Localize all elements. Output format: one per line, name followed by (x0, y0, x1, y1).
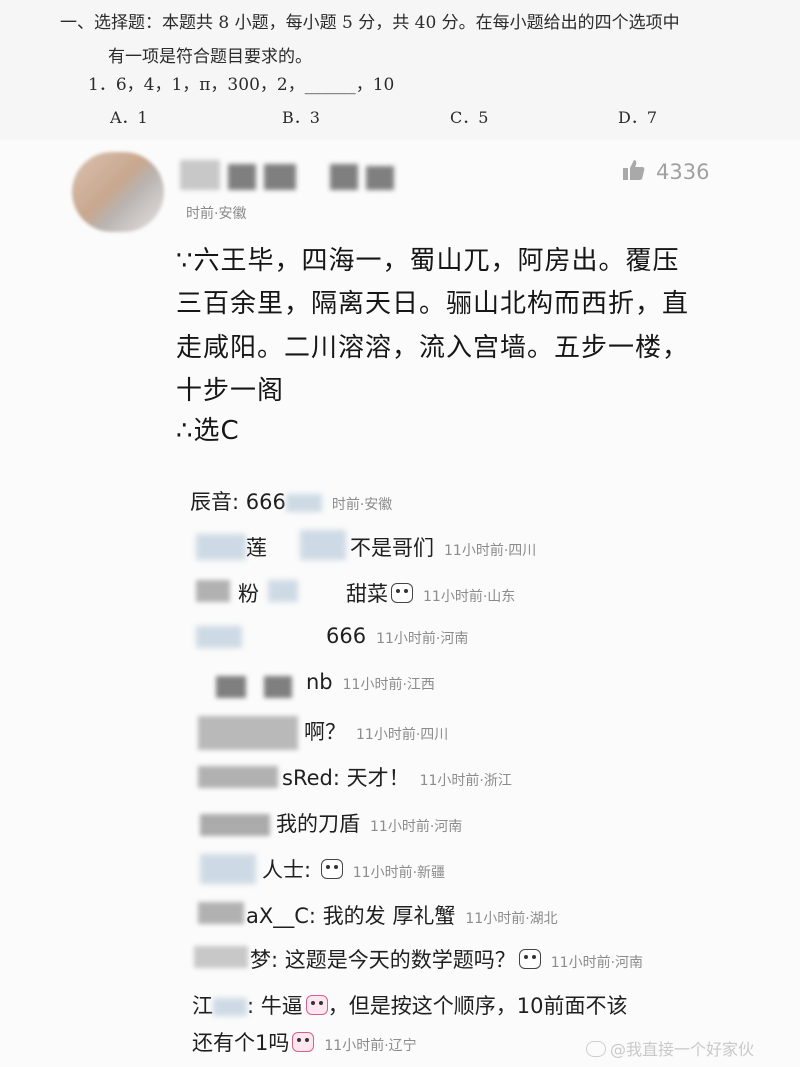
comment-line: 十步一阁 (176, 376, 285, 406)
reply-meta: 11小时前·四川 (444, 543, 537, 559)
username-blurred (180, 160, 220, 190)
emoji-icon (391, 583, 413, 603)
reply-username: 江 (192, 994, 213, 1018)
username-blurred (198, 766, 278, 788)
reply-text: 啊？ (304, 720, 346, 744)
weibo-watermark: @我直接一个好家伙 (586, 1036, 754, 1060)
reply-text-continued: ，但是按这个顺序，10前面不该 (327, 994, 628, 1018)
reply-item[interactable]: 甜菜 11小时前·山东 (346, 578, 515, 608)
reply-meta: 11小时前·河南 (550, 955, 644, 971)
reply-meta: 11小时前·四川 (356, 727, 449, 743)
username-blurred (366, 166, 394, 190)
thumbs-up-icon[interactable] (622, 158, 646, 182)
username-blurred (194, 946, 248, 968)
reply-item[interactable]: 人士: 11小时前·新疆 (262, 854, 445, 884)
reply-username: 莲 (246, 536, 267, 560)
reply-item[interactable]: 粉 (238, 578, 259, 608)
username-blurred (213, 998, 247, 1016)
username-blurred (300, 530, 346, 560)
reply-meta: 11小时前·湖北 (465, 911, 558, 927)
reply-text: nb (306, 670, 333, 694)
option-d: D．7 (618, 108, 658, 127)
username-blurred (264, 676, 292, 698)
reply-item[interactable]: sRed: 天才！ 11小时前·浙江 (282, 762, 512, 792)
reply-meta: 11小时前·辽宁 (324, 1038, 417, 1054)
reply-username: 粉 (238, 582, 259, 606)
reply-meta: 时前·安徽 (331, 497, 393, 513)
reply-meta: 11小时前·浙江 (419, 773, 512, 789)
reply-meta: 11小时前·河南 (370, 819, 463, 835)
reply-item[interactable]: 啊？ 11小时前·四川 (304, 716, 448, 746)
reply-meta: 11小时前·江西 (342, 677, 435, 693)
reply-username: sRed: (282, 766, 340, 790)
reply-item[interactable]: aX__C: 我的发 厚礼蟹 11小时前·湖北 (246, 900, 558, 930)
option-c: C．5 (450, 108, 489, 127)
comment-line: 三百余里，隔离天日。骊山北构而西折，直 (176, 289, 690, 319)
reply-item[interactable]: 666 11小时前·河南 (326, 624, 468, 648)
username-blurred (196, 626, 242, 648)
reply-text: 我的刀盾 (276, 812, 360, 836)
reply-username: aX__C: (246, 904, 316, 928)
reply-text: 666 (326, 624, 367, 648)
username-blurred (198, 716, 298, 750)
emoji-icon (518, 949, 541, 969)
username-blurred (196, 534, 246, 560)
reply-item[interactable]: 莲 (246, 532, 267, 562)
emoji-icon (292, 1032, 315, 1052)
reply-meta: 11小时前·新疆 (352, 865, 446, 881)
reply-username: 人士: (262, 858, 312, 882)
username-blurred (200, 814, 270, 836)
reply-text: 天才！ (346, 766, 410, 790)
reply-text: 还有个1吗 (192, 1031, 290, 1055)
reply-item[interactable]: 江 : 牛逼 ，但是按这个顺序，10前面不该 (192, 990, 628, 1020)
like-count: 4336 (656, 160, 710, 184)
reply-text: 我的发 厚礼蟹 (322, 904, 456, 928)
username-blurred (196, 580, 230, 602)
emoji-icon (320, 859, 343, 879)
username-blurred (228, 164, 256, 190)
username-blurred (216, 676, 246, 698)
weibo-icon (586, 1041, 606, 1057)
reply-item[interactable]: 不是哥们 11小时前·四川 (350, 532, 536, 562)
reply-username: 辰音: 666 (190, 490, 286, 514)
screenshot-page: 一、选择题：本题共 8 小题，每小题 5 分，共 40 分。在每小题给出的四个选… (0, 0, 800, 1067)
reply-item[interactable]: 还有个1吗 11小时前·辽宁 (192, 1027, 417, 1057)
reply-meta: 11小时前·河南 (376, 631, 469, 647)
reply-text: 甜菜 (346, 582, 388, 606)
reply-item[interactable]: 辰音: 666 时前·安徽 (190, 486, 392, 516)
username-blurred (264, 164, 296, 190)
avatar[interactable] (72, 152, 164, 232)
username-blurred (330, 164, 358, 190)
username-blurred (268, 580, 298, 602)
reply-text: : 牛逼 (247, 994, 303, 1018)
exam-instruction-line2: 有一项是符合题目要求的。 (108, 47, 312, 67)
option-b: B．3 (282, 108, 320, 127)
reply-item[interactable]: 我的刀盾 11小时前·河南 (276, 808, 462, 838)
reply-text: 不是哥们 (350, 536, 434, 560)
comment-line: ∴选C (176, 416, 240, 446)
emoji-icon (305, 995, 328, 1015)
watermark-text: @我直接一个好家伙 (610, 1040, 755, 1059)
comment-line: ∵六王毕，四海一，蜀山兀，阿房出。覆压 (176, 246, 680, 276)
reply-item[interactable]: 梦: 这题是今天的数学题吗？ 11小时前·河南 (250, 944, 643, 974)
username-blurred (198, 902, 244, 924)
reply-username: 梦: (250, 948, 279, 972)
reply-item[interactable]: nb 11小时前·江西 (306, 670, 435, 694)
username-blurred (200, 854, 256, 884)
username-blurred (285, 494, 322, 512)
reply-meta: 11小时前·山东 (423, 589, 516, 605)
exam-question-header: 一、选择题：本题共 8 小题，每小题 5 分，共 40 分。在每小题给出的四个选… (0, 0, 800, 140)
exam-instruction-line1: 一、选择题：本题共 8 小题，每小题 5 分，共 40 分。在每小题给出的四个选… (60, 13, 680, 33)
option-a: A．1 (110, 108, 148, 127)
comment-line: 走咸阳。二川溶溶，流入宫墙。五步一楼， (176, 333, 690, 363)
comment-time-location: 时前·安徽 (186, 206, 247, 222)
reply-text: 这题是今天的数学题吗？ (284, 948, 516, 972)
exam-question-text: 1．6，4，1，π，300，2，______，10 (88, 75, 395, 95)
